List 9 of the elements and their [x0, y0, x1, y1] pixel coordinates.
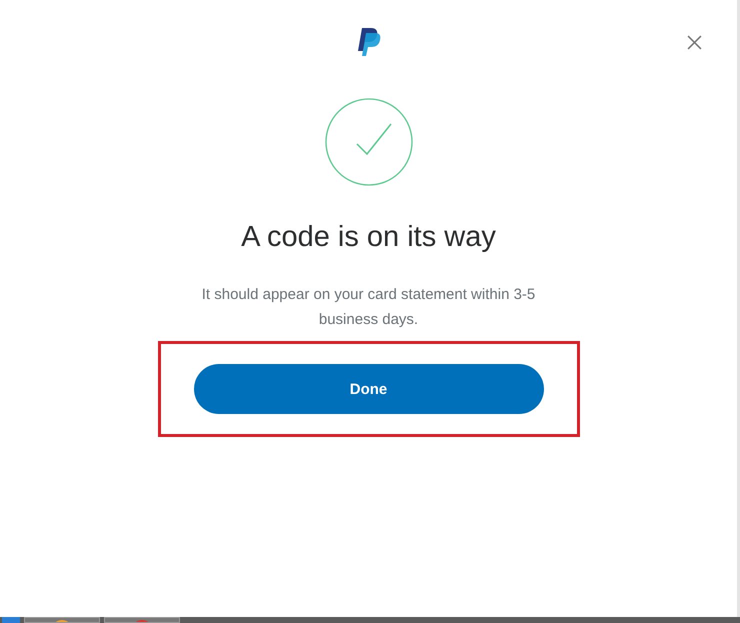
dialog-message: It should appear on your card statement within 3-5 business days.	[200, 285, 536, 330]
check-circle-icon	[324, 97, 414, 187]
close-icon[interactable]	[687, 35, 702, 50]
taskbar-app-icon[interactable]	[24, 617, 100, 623]
dialog-heading: A code is on its way	[241, 221, 496, 254]
start-button[interactable]	[2, 617, 20, 623]
done-button[interactable]: Done	[194, 364, 544, 414]
logo-icon	[356, 27, 382, 57]
taskbar-app-icon[interactable]	[104, 617, 180, 623]
